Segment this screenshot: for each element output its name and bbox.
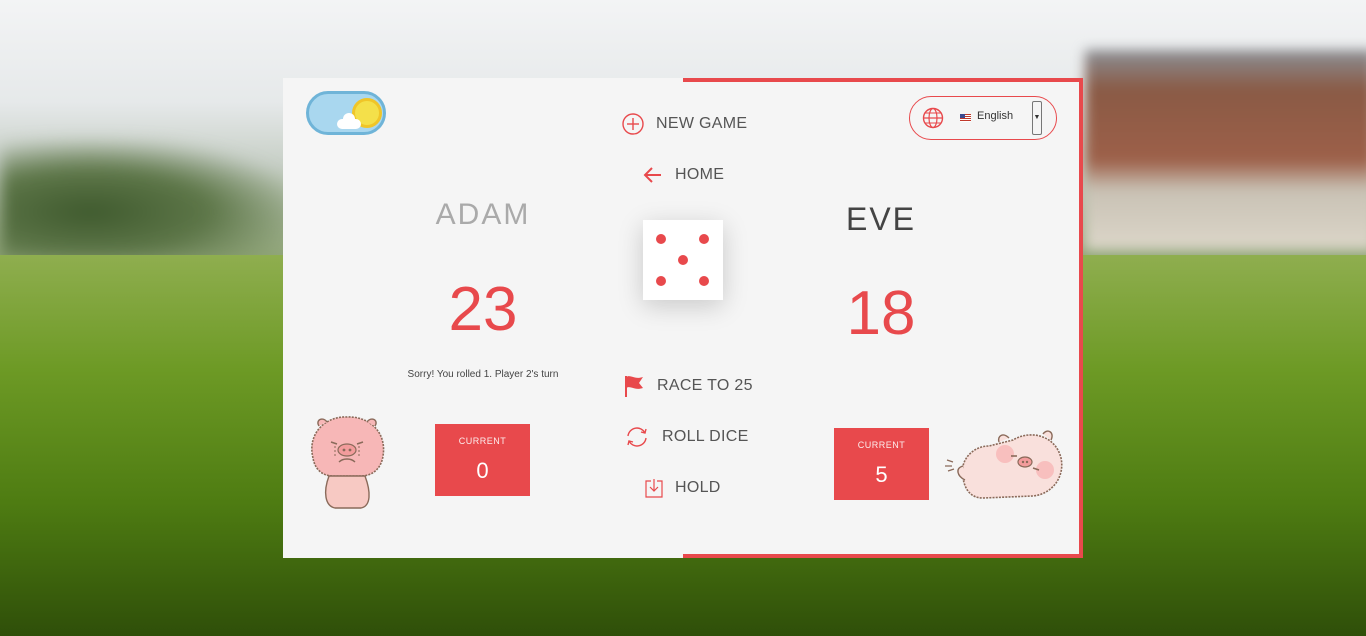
arrow-left-icon [643,167,661,183]
new-game-button[interactable]: NEW GAME [622,113,747,135]
hold-button[interactable]: HOLD [645,478,721,498]
background-building [1085,50,1366,250]
dropdown-arrow-icon[interactable]: ▼ [1032,101,1042,135]
language-label: English [977,110,1014,122]
theme-toggle[interactable] [306,91,386,135]
language-selector[interactable]: English ▼ [909,96,1057,140]
player-1-name: ADAM [435,198,531,231]
refresh-icon [627,427,647,447]
cloud-icon [337,113,361,129]
player-1-current-box: CURRENT 0 [435,424,530,496]
dice-pip [699,276,709,286]
status-message: Sorry! You rolled 1. Player 2's turn [407,369,559,380]
hold-label: HOLD [675,479,721,496]
new-game-label: NEW GAME [656,115,748,132]
player-1-current-label: CURRENT [458,436,507,446]
plus-circle-icon [622,113,644,135]
player-2-name: EVE [845,201,917,237]
background-trees [0,140,300,260]
dice-pip [656,234,666,244]
dice [643,220,723,300]
home-button[interactable]: HOME [643,166,724,184]
race-to-setting[interactable]: RACE TO 25 [623,374,753,398]
sad-pig-illustration [311,416,385,509]
dice-pip [656,276,666,286]
player-2-current-label: CURRENT [857,440,906,450]
race-to-label: RACE TO 25 [657,377,753,394]
us-flag-icon [960,114,971,122]
roll-dice-button[interactable]: ROLL DICE [624,426,749,448]
roll-dice-label: ROLL DICE [662,428,749,445]
dice-pip [678,255,688,265]
download-icon [645,479,663,498]
player-1-score: 23 [448,275,518,344]
lying-pig-illustration [945,430,1063,499]
home-label: HOME [675,166,725,183]
player-2-current-value: 5 [875,462,888,487]
player-1-current-value: 0 [476,458,489,483]
globe-icon [922,107,944,129]
player-2-score: 18 [846,279,916,348]
game-board: English ▼ NEW GAME HOME RACE TO 25 ROLL … [283,78,1083,558]
dice-pip [699,234,709,244]
player-2-current-box: CURRENT 5 [834,428,929,500]
